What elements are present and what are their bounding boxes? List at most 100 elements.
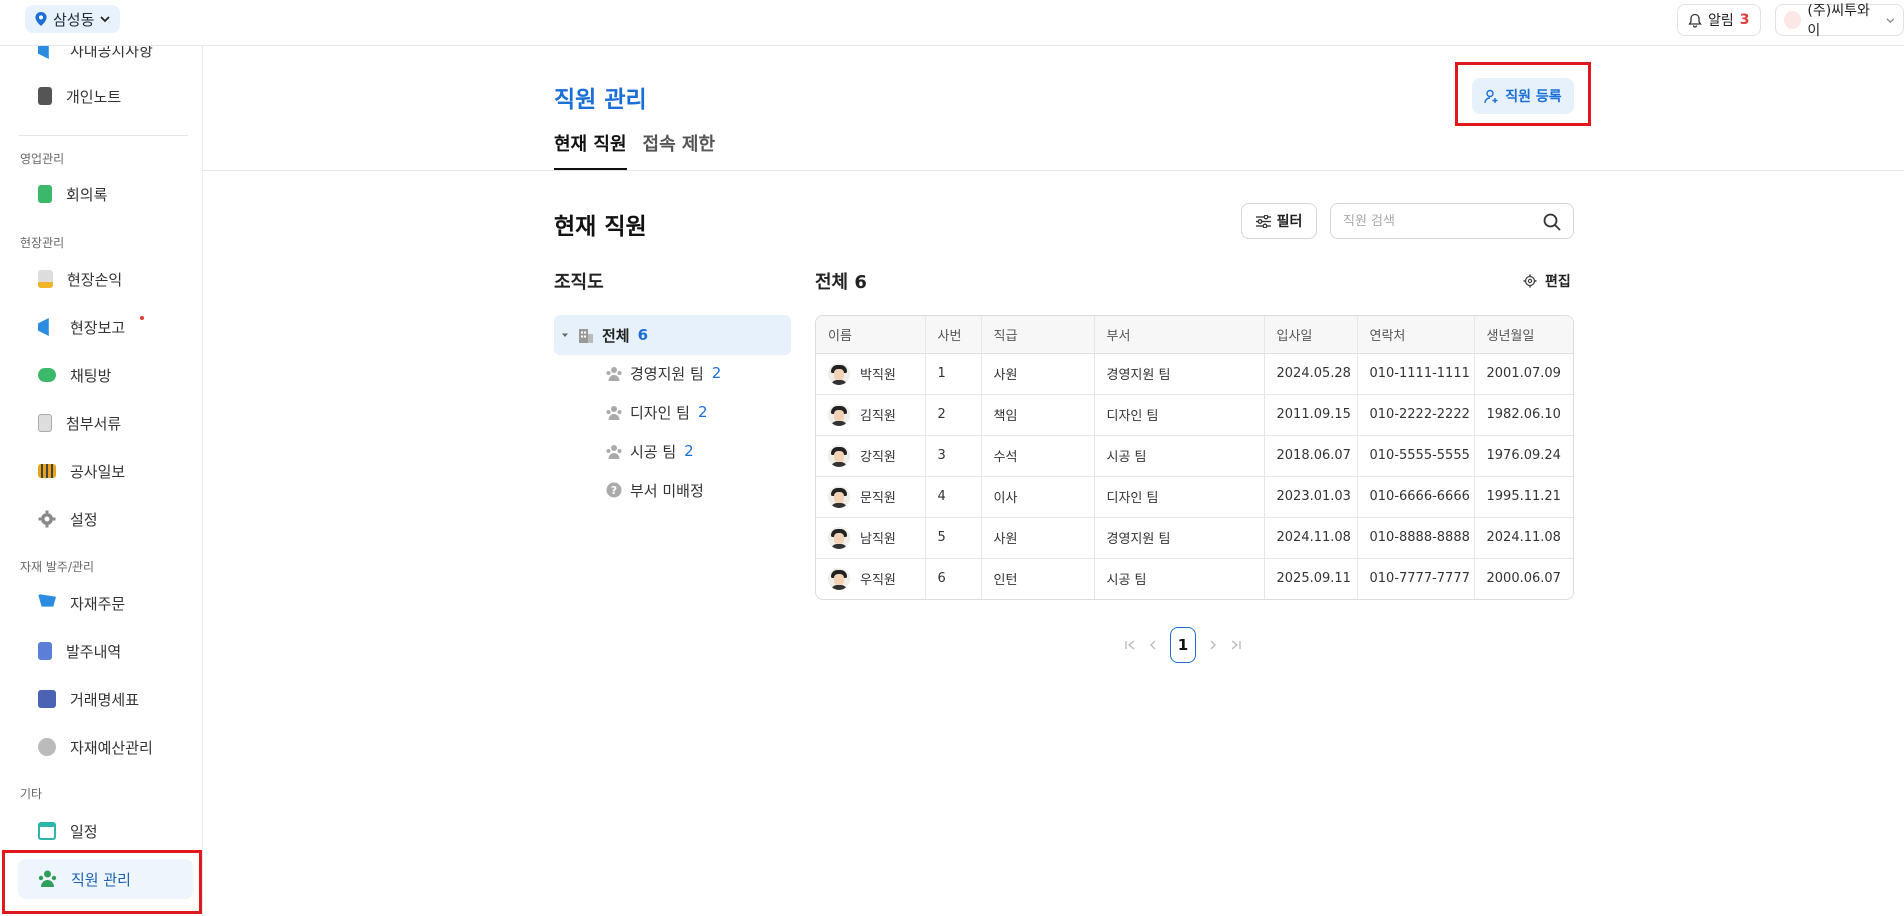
building-icon (579, 328, 593, 343)
sidebar: 사내공지사항 개인노트 영업관리 회의록 현장관리 현장손익 현장보고 채팅방 … (0, 46, 203, 916)
sidebar-item-attachment[interactable]: 첨부서류 (18, 403, 193, 443)
statement-icon (38, 690, 56, 708)
avatar (828, 362, 850, 385)
filter-button[interactable]: 필터 (1241, 203, 1317, 239)
sidebar-item-label: 발주내역 (66, 642, 122, 661)
tree-item-all[interactable]: 전체 6 (554, 315, 791, 355)
bell-icon (1688, 13, 1702, 28)
avatar (828, 444, 850, 467)
table-row[interactable]: 남직원 5 사원 경영지원 팀 2024.11.08 010-8888-8888… (816, 517, 1573, 559)
last-page-icon[interactable] (1230, 639, 1242, 651)
table-row[interactable]: 강직원 3 수석 시공 팀 2018.06.07 010-5555-5555 1… (816, 435, 1573, 477)
highlight-box (2, 850, 202, 914)
tree-label: 시공 팀 (630, 442, 677, 461)
cell: 2001.07.09 (1474, 353, 1573, 395)
sidebar-item-profit[interactable]: 현장손익 (18, 259, 193, 299)
column-header[interactable]: 사번 (925, 316, 982, 354)
avatar (828, 567, 850, 590)
cell: 6 (925, 558, 982, 599)
cell: 010-6666-6666 (1357, 476, 1475, 518)
cell: 2018.06.07 (1264, 435, 1358, 477)
cell: 2024.05.28 (1264, 353, 1358, 395)
header-divider (203, 170, 1904, 171)
section-title: 현재 직원 (554, 214, 647, 240)
staff-search-input[interactable] (1331, 204, 1531, 238)
column-header[interactable]: 이름 (816, 316, 926, 354)
gear-icon (38, 510, 56, 528)
cell: 2023.01.03 (1264, 476, 1358, 518)
report-icon (38, 318, 49, 336)
table-row[interactable]: 문직원 4 이사 디자인 팀 2023.01.03 010-6666-6666 … (816, 476, 1573, 518)
cell: 사원 (981, 517, 1095, 559)
tree-label: 전체 (602, 326, 630, 345)
cell: 디자인 팀 (1094, 476, 1265, 518)
cell: 1995.11.21 (1474, 476, 1573, 518)
staff-name: 문직원 (860, 491, 896, 506)
sidebar-item-construction-log[interactable]: 공사일보 (18, 451, 193, 491)
table-row[interactable]: 박직원 1 사원 경영지원 팀 2024.05.28 010-1111-1111… (816, 353, 1573, 395)
sidebar-item-label: 개인노트 (66, 87, 122, 106)
notification-button[interactable]: 알림 3 (1677, 4, 1761, 36)
column-header[interactable]: 연락처 (1357, 316, 1475, 354)
company-name: (주)씨투와이 (1807, 3, 1870, 39)
staff-table: 이름 사번 직급 부서 입사일 연락처 생년월일 박직원 1 사원 경영지원 팀… (815, 315, 1574, 600)
sidebar-item-note[interactable]: 개인노트 (18, 76, 193, 116)
sidebar-item-chat[interactable]: 채팅방 (18, 355, 193, 395)
sidebar-item-order-history[interactable]: 발주내역 (18, 631, 193, 671)
staff-name: 남직원 (860, 532, 896, 547)
cell: 3 (925, 435, 982, 477)
sidebar-item-statement[interactable]: 거래명세표 (18, 679, 193, 719)
cell: 디자인 팀 (1094, 394, 1265, 436)
sidebar-item-label: 공사일보 (70, 462, 126, 481)
page-number-button[interactable]: 1 (1170, 627, 1196, 663)
gear-icon (1523, 274, 1537, 288)
caret-down-icon[interactable] (560, 330, 570, 340)
user-avatar-icon (1784, 11, 1802, 29)
tree-item-team[interactable]: 시공 팀 2 (606, 436, 694, 466)
sidebar-item-label: 사내공지사항 (70, 46, 153, 60)
highlight-box (1455, 62, 1591, 126)
column-header[interactable]: 입사일 (1264, 316, 1358, 354)
column-header[interactable]: 부서 (1094, 316, 1265, 354)
sidebar-group-title: 기타 (20, 787, 43, 801)
location-label: 삼성동 (53, 10, 95, 29)
table-row[interactable]: 우직원 6 인턴 시공 팀 2025.09.11 010-7777-7777 2… (816, 558, 1573, 599)
tree-item-team[interactable]: 경영지원 팀 2 (606, 358, 721, 388)
tree-item-unassigned[interactable]: ? 부서 미배정 (606, 475, 704, 505)
cart-icon (38, 594, 56, 607)
chevron-down-icon (1886, 17, 1895, 23)
sidebar-item-settings[interactable]: 설정 (18, 499, 193, 539)
search-box (1330, 203, 1574, 239)
cell: 010-7777-7777 (1357, 558, 1475, 599)
tab-current-staff[interactable]: 현재 직원 (554, 130, 627, 170)
sidebar-item-budget[interactable]: 자재예산관리 (18, 727, 193, 767)
tab-access-restriction[interactable]: 접속 제한 (643, 130, 716, 170)
edit-columns-button[interactable]: 편집 (1523, 271, 1571, 291)
location-pin-icon (35, 12, 47, 26)
next-page-icon[interactable] (1208, 639, 1218, 651)
calendar-icon (38, 822, 56, 840)
minutes-icon (38, 185, 52, 203)
cell: 사원 (981, 353, 1095, 395)
profit-icon (38, 270, 53, 288)
location-selector[interactable]: 삼성동 (25, 5, 121, 33)
tree-item-team[interactable]: 디자인 팀 2 (606, 397, 708, 427)
company-menu[interactable]: (주)씨투와이 (1775, 3, 1904, 39)
sidebar-divider (18, 135, 188, 136)
sidebar-item-schedule[interactable]: 일정 (18, 811, 193, 851)
sidebar-item-report[interactable]: 현장보고 (18, 307, 193, 347)
sidebar-item-minutes[interactable]: 회의록 (18, 174, 193, 214)
budget-icon (38, 738, 56, 756)
prev-page-icon[interactable] (1148, 639, 1158, 651)
search-icon[interactable] (1543, 213, 1561, 231)
table-row[interactable]: 김직원 2 책임 디자인 팀 2011.09.15 010-2222-2222 … (816, 394, 1573, 436)
sidebar-item-label: 현장손익 (67, 270, 123, 289)
sidebar-item-material-order[interactable]: 자재주문 (18, 583, 193, 623)
column-header[interactable]: 생년월일 (1474, 316, 1573, 354)
first-page-icon[interactable] (1124, 639, 1136, 651)
column-header[interactable]: 직급 (981, 316, 1095, 354)
page-title: 직원 관리 (554, 87, 647, 113)
cell: 010-2222-2222 (1357, 394, 1475, 436)
sidebar-item-notice[interactable]: 사내공지사항 (18, 46, 193, 70)
staff-name: 강직원 (860, 450, 896, 465)
